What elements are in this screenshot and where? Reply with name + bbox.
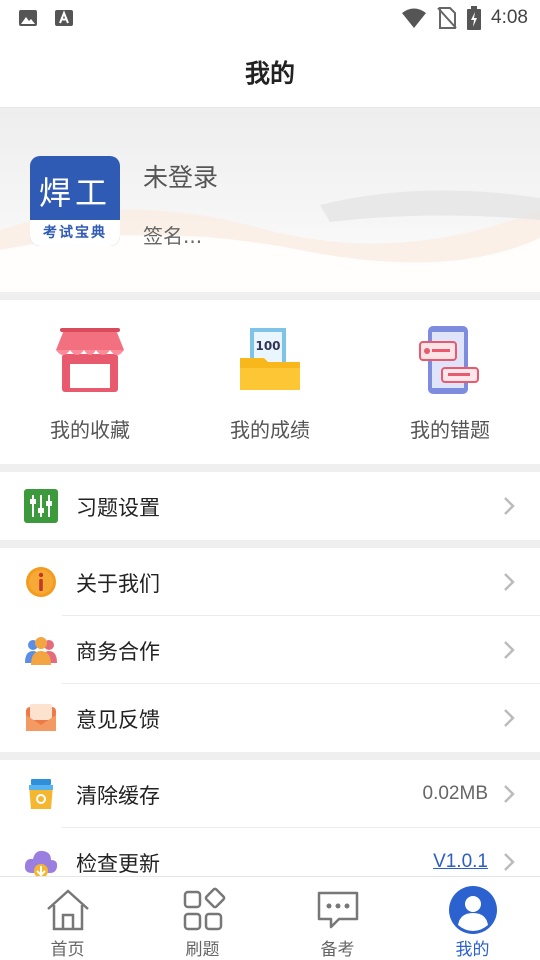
user-name[interactable]: 未登录 — [143, 158, 218, 194]
menu-business-cooperation[interactable]: 商务合作 — [0, 616, 540, 684]
status-bar: 4:08 — [0, 0, 540, 36]
tab-prepare[interactable]: 备考 — [270, 877, 405, 960]
menu-feedback-label: 意见反馈 — [76, 708, 160, 732]
quick-link-scores[interactable]: 100 我的成绩 — [180, 300, 360, 464]
menu-feedback[interactable]: 意见反馈 — [0, 684, 540, 752]
chevron-right-icon — [504, 641, 515, 659]
profile-card[interactable]: 焊工 考试宝典 未登录 签名... — [0, 110, 540, 292]
wifi-icon — [402, 8, 427, 28]
score-badge: 100 — [255, 339, 280, 353]
menu-about-us[interactable]: 关于我们 — [0, 548, 540, 616]
envelope-icon — [26, 704, 56, 731]
people-icon — [25, 637, 57, 665]
chevron-right-icon — [504, 853, 515, 871]
quick-links: 我的收藏 100 我的成绩 我的错题 — [0, 300, 540, 464]
chat-icon — [317, 891, 358, 929]
sliders-icon — [24, 489, 58, 523]
quick-link-wrong-questions[interactable]: 我的错题 — [360, 300, 540, 464]
store-icon — [56, 328, 124, 392]
menu-clear-cache-label: 清除缓存 — [76, 784, 160, 808]
chevron-right-icon — [504, 497, 515, 515]
menu-practice-settings-label: 习题设置 — [76, 496, 160, 520]
page-title: 我的 — [244, 58, 295, 88]
bottom-tab-bar: 首页 刷题 备考 我的 — [0, 876, 540, 960]
tab-home[interactable]: 首页 — [0, 877, 135, 960]
score-folder-icon: 100 — [240, 328, 300, 390]
image-notification-icon — [19, 10, 37, 26]
info-icon — [26, 567, 56, 597]
avatar[interactable]: 焊工 考试宝典 — [30, 156, 120, 246]
cloud-download-icon — [24, 850, 58, 878]
version-value[interactable]: V1.0.1 — [433, 851, 488, 873]
quick-link-wrong-questions-label: 我的错题 — [410, 418, 490, 442]
app-logo-subtitle: 考试宝典 — [30, 220, 120, 246]
user-signature: 签名... — [143, 224, 203, 248]
cup-icon — [29, 779, 53, 809]
tab-practice[interactable]: 刷题 — [135, 877, 270, 960]
app-logo-title: 焊工 — [38, 174, 111, 212]
tab-prepare-label: 备考 — [320, 940, 355, 960]
battery-charging-icon — [467, 6, 482, 30]
no-sim-icon — [437, 7, 457, 29]
menu-business-cooperation-label: 商务合作 — [76, 640, 160, 664]
title-bar: 我的 — [0, 36, 540, 108]
text-notification-icon — [55, 10, 73, 26]
tab-home-label: 首页 — [50, 940, 85, 960]
quick-link-favorites[interactable]: 我的收藏 — [0, 300, 180, 464]
menu-clear-cache[interactable]: 清除缓存 0.02MB — [0, 760, 540, 828]
menu-practice-settings[interactable]: 习题设置 — [0, 472, 540, 540]
cache-size-value: 0.02MB — [422, 783, 488, 804]
quick-link-scores-label: 我的成绩 — [230, 418, 310, 442]
menu-check-update-label: 检查更新 — [76, 852, 160, 876]
grid-icon — [183, 887, 225, 931]
home-icon — [46, 889, 89, 931]
quick-link-favorites-label: 我的收藏 — [50, 418, 130, 442]
chevron-right-icon — [504, 785, 515, 803]
tab-mine-label: 我的 — [455, 940, 490, 960]
user-icon — [448, 886, 497, 934]
wrong-questions-icon — [419, 326, 479, 394]
tab-mine[interactable]: 我的 — [405, 877, 540, 960]
chevron-right-icon — [504, 573, 515, 591]
status-time: 4:08 — [491, 7, 528, 28]
menu-about-us-label: 关于我们 — [76, 572, 160, 596]
tab-practice-label: 刷题 — [185, 940, 220, 960]
chevron-right-icon — [504, 709, 515, 727]
